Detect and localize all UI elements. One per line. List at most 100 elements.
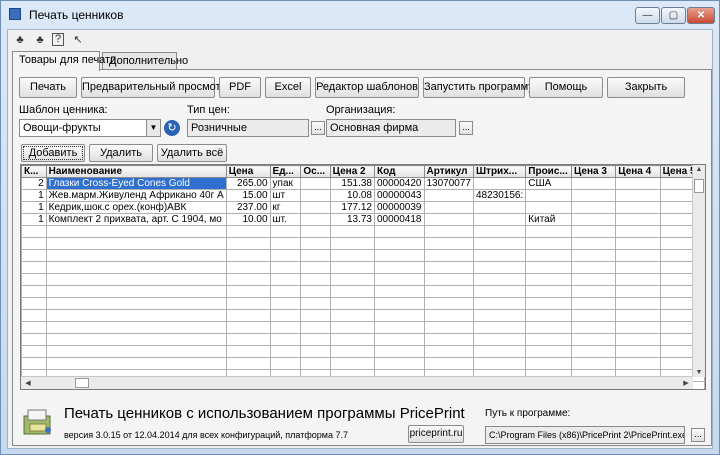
table-cell[interactable] xyxy=(21,309,47,322)
table-cell[interactable] xyxy=(300,177,331,190)
table-cell[interactable]: 2 xyxy=(21,177,47,190)
table-cell[interactable] xyxy=(472,177,527,190)
table-cell[interactable] xyxy=(525,225,572,238)
table-cell[interactable] xyxy=(423,237,474,250)
table-cell[interactable] xyxy=(525,357,572,370)
column-header[interactable]: Цена xyxy=(225,165,271,178)
table-cell[interactable] xyxy=(225,297,271,310)
table-cell[interactable] xyxy=(329,321,376,334)
table-cell[interactable] xyxy=(472,297,527,310)
table-cell[interactable]: 13.73 xyxy=(329,213,376,226)
table-cell[interactable] xyxy=(225,261,271,274)
table-cell[interactable] xyxy=(570,273,617,286)
table-row[interactable]: 1 Кедрик,шок.с орех.(конф)АВК 237.00 кг 177.… xyxy=(21,201,705,214)
table-cell[interactable] xyxy=(374,237,425,250)
table-cell[interactable] xyxy=(225,321,271,334)
table-cell[interactable] xyxy=(570,333,617,346)
table-cell[interactable] xyxy=(300,237,331,250)
table-cell[interactable]: 15.00 xyxy=(225,189,271,202)
table-cell[interactable] xyxy=(300,309,331,322)
table-cell[interactable] xyxy=(423,333,474,346)
table-cell[interactable] xyxy=(525,273,572,286)
table-row[interactable]: 1 Жев.марм.Живуленд Африкано 40г А 15.00 шт… xyxy=(21,189,705,202)
table-cell[interactable] xyxy=(525,333,572,346)
table-cell[interactable]: 00000039 xyxy=(374,201,425,214)
table-cell[interactable]: 1 xyxy=(21,201,47,214)
table-cell[interactable]: Китай xyxy=(525,213,572,226)
table-cell[interactable] xyxy=(269,261,302,274)
table-cell[interactable] xyxy=(269,273,302,286)
minimize-button[interactable]: — xyxy=(635,7,660,24)
table-cell[interactable] xyxy=(570,177,617,190)
table-cell[interactable] xyxy=(225,273,271,286)
table-cell[interactable]: 177.12 xyxy=(329,201,376,214)
close-button[interactable]: Закрыть xyxy=(607,77,685,98)
table-cell[interactable] xyxy=(269,225,302,238)
table-cell[interactable] xyxy=(225,285,271,298)
table-cell[interactable] xyxy=(21,333,47,346)
table-cell[interactable]: 00000418 xyxy=(374,213,425,226)
table-cell[interactable]: 151.38 xyxy=(329,177,376,190)
column-header[interactable]: Наименование xyxy=(45,165,227,178)
table-cell[interactable] xyxy=(21,237,47,250)
table-cell[interactable] xyxy=(269,249,302,262)
table-cell[interactable]: кг xyxy=(269,201,302,214)
table-cell[interactable] xyxy=(45,225,227,238)
table-cell[interactable] xyxy=(45,249,227,262)
table-cell[interactable] xyxy=(45,309,227,322)
table-cell[interactable] xyxy=(21,357,47,370)
site-link-button[interactable]: priceprint.ru xyxy=(408,425,464,443)
table-cell[interactable] xyxy=(374,273,425,286)
table-cell[interactable] xyxy=(615,237,661,250)
table-cell[interactable] xyxy=(615,261,661,274)
table-cell[interactable] xyxy=(225,249,271,262)
table-cell[interactable]: США xyxy=(525,177,572,190)
table-cell[interactable] xyxy=(269,357,302,370)
goods-grid[interactable]: К... Наименование Цена Ед... Ос... Цена 2 Код А… xyxy=(20,164,706,390)
table-cell[interactable] xyxy=(525,189,572,202)
column-header[interactable]: Проис... xyxy=(525,165,572,178)
table-cell[interactable]: 13070077 xyxy=(423,177,474,190)
preview-button[interactable]: Предварительный просмотр xyxy=(81,77,227,98)
empty-table-row[interactable] xyxy=(21,321,705,334)
table-cell[interactable] xyxy=(472,213,527,226)
table-cell[interactable] xyxy=(269,309,302,322)
help-button[interactable]: Помощь xyxy=(529,77,603,98)
delete-button[interactable]: Удалить xyxy=(89,144,153,162)
table-cell[interactable] xyxy=(570,189,617,202)
table-cell[interactable] xyxy=(570,309,617,322)
table-cell[interactable] xyxy=(423,321,474,334)
table-cell[interactable] xyxy=(525,297,572,310)
table-cell[interactable] xyxy=(45,357,227,370)
column-header[interactable]: К... xyxy=(21,165,47,178)
users-icon[interactable]: ♣ xyxy=(12,32,28,48)
table-cell[interactable] xyxy=(423,309,474,322)
table-cell[interactable] xyxy=(300,213,331,226)
table-cell[interactable]: упак xyxy=(269,177,302,190)
tab-goods[interactable]: Товары для печати xyxy=(12,51,116,71)
table-cell[interactable] xyxy=(329,285,376,298)
table-cell[interactable] xyxy=(525,321,572,334)
table-cell[interactable] xyxy=(472,285,527,298)
table-cell[interactable] xyxy=(472,309,527,322)
table-cell[interactable] xyxy=(472,249,527,262)
template-select[interactable]: Овощи-фрукты ▼ xyxy=(19,119,161,137)
table-cell[interactable] xyxy=(21,273,47,286)
table-cell[interactable] xyxy=(472,225,527,238)
table-cell[interactable] xyxy=(45,321,227,334)
table-cell[interactable] xyxy=(570,201,617,214)
empty-table-row[interactable] xyxy=(21,345,705,358)
excel-button[interactable]: Excel xyxy=(265,77,311,98)
close-window-button[interactable]: ✕ xyxy=(687,7,715,24)
table-cell[interactable] xyxy=(329,345,376,358)
table-cell[interactable] xyxy=(525,309,572,322)
table-cell[interactable] xyxy=(570,285,617,298)
table-cell[interactable] xyxy=(300,345,331,358)
table-cell[interactable] xyxy=(570,321,617,334)
price-type-browse-button[interactable]: ... xyxy=(311,121,325,135)
empty-table-row[interactable] xyxy=(21,249,705,262)
table-cell[interactable] xyxy=(21,225,47,238)
table-cell[interactable] xyxy=(300,297,331,310)
empty-table-row[interactable] xyxy=(21,333,705,346)
table-cell[interactable] xyxy=(45,261,227,274)
